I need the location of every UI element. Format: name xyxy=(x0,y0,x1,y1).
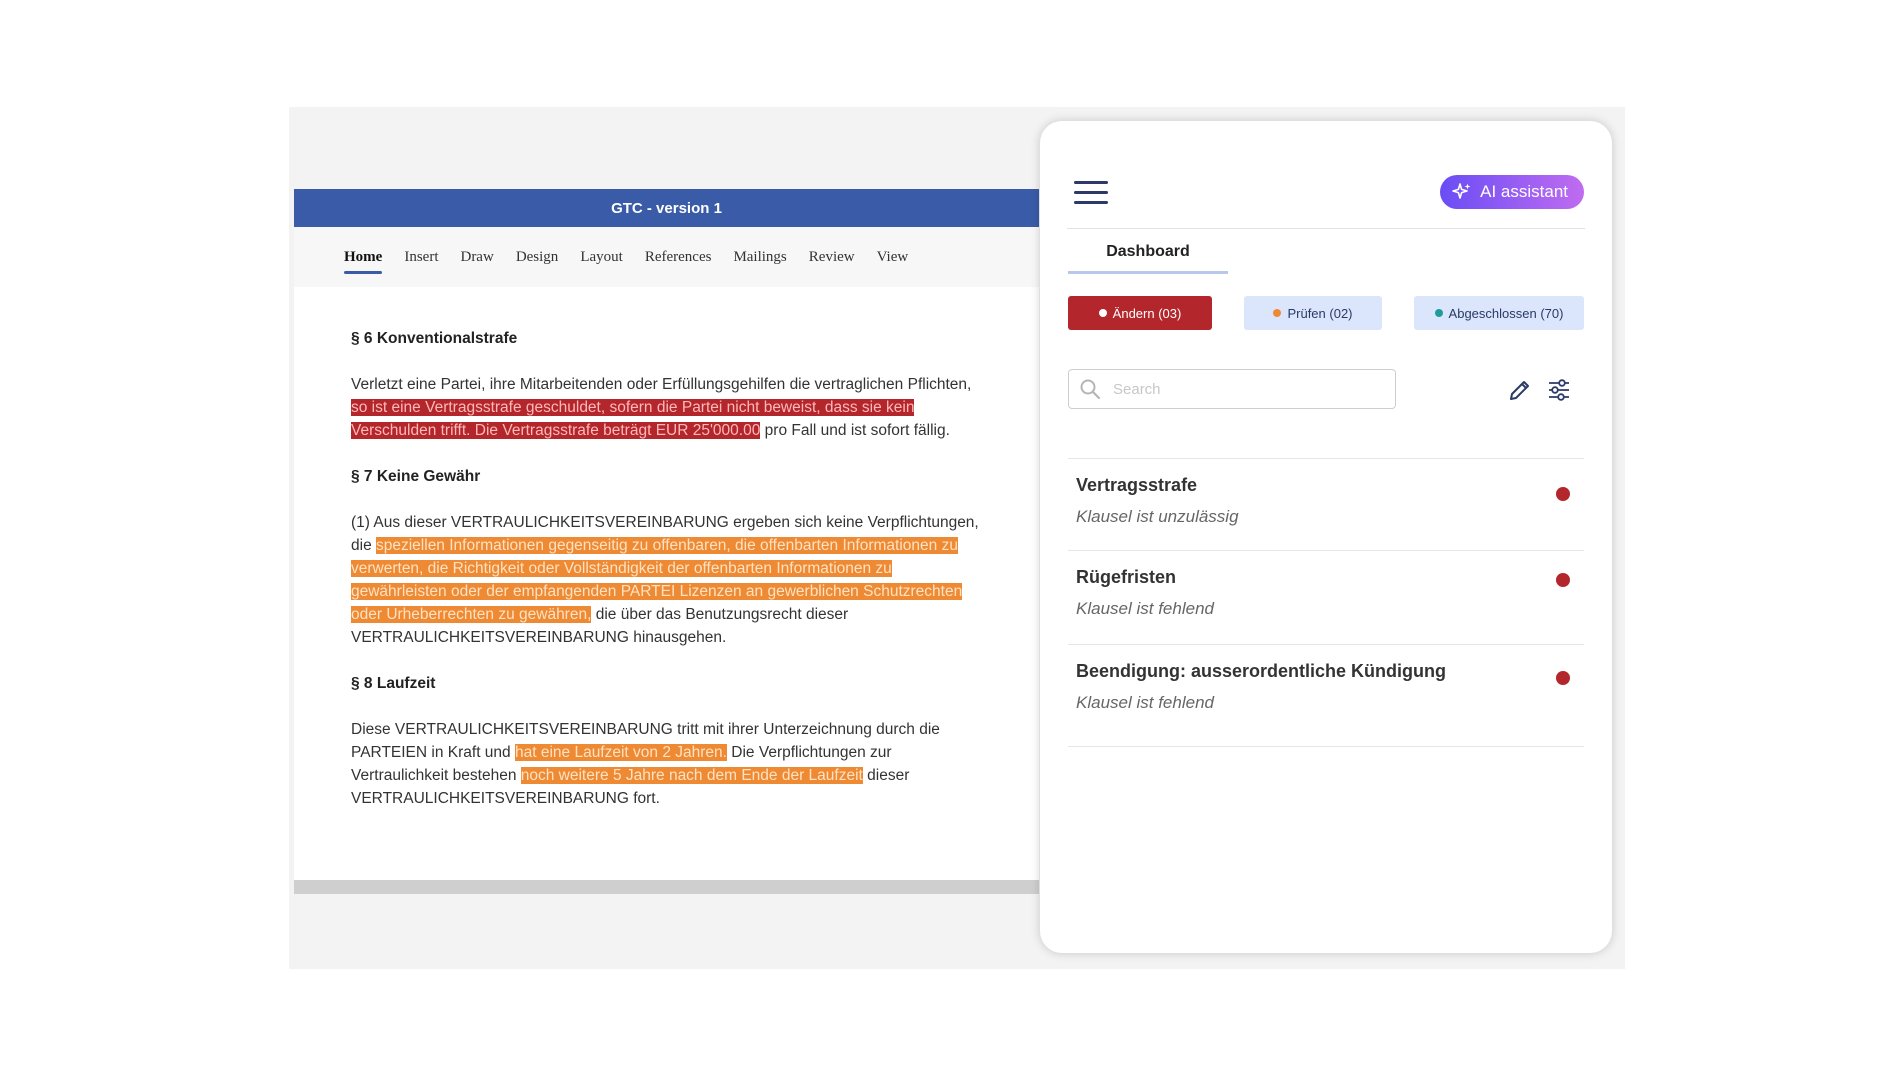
sparkle-icon xyxy=(1452,183,1471,199)
item-title: Beendigung: ausserordentliche Kündigung xyxy=(1076,661,1447,681)
tab-draw[interactable]: Draw xyxy=(460,245,493,270)
document-window: GTC - version 1 Home Insert Draw Design … xyxy=(294,189,1039,894)
filter-aendern-button[interactable]: Ändern (03) xyxy=(1068,296,1212,330)
section-paragraph: Diese VERTRAULICHKEITSVEREINBARUNG tritt… xyxy=(351,718,991,810)
tab-mailings[interactable]: Mailings xyxy=(733,245,786,270)
tab-design[interactable]: Design xyxy=(516,245,559,270)
tab-insert[interactable]: Insert xyxy=(404,245,438,270)
status-dot xyxy=(1098,309,1107,317)
tab-layout[interactable]: Layout xyxy=(580,245,623,270)
flagged-highlight-orange[interactable]: hat eine Laufzeit von 2 Jahren. xyxy=(514,744,727,761)
review-panel: AI assistant Dashboard Ändern (03) Prüfe… xyxy=(1040,121,1612,953)
search-box xyxy=(1068,369,1396,409)
paragraph-text: pro Fall und ist sofort fällig. xyxy=(764,422,950,439)
list-item[interactable]: Rügefristen Klausel ist fehlend xyxy=(1068,550,1584,644)
search-icon xyxy=(1080,379,1101,400)
status-dot xyxy=(1556,573,1570,587)
filter-label: Prüfen (02) xyxy=(1287,305,1353,321)
list-item[interactable]: Vertragsstrafe Klausel ist unzulässig xyxy=(1068,458,1584,550)
status-dot xyxy=(1434,309,1443,317)
status-dot xyxy=(1556,487,1570,501)
status-filters: Ändern (03) Prüfen (02) Abgeschlossen (7… xyxy=(1068,296,1584,330)
tab-home[interactable]: Home xyxy=(344,245,383,274)
flagged-highlight-orange[interactable]: noch weitere 5 Jahre nach dem Ende der L… xyxy=(520,767,863,784)
section-heading: § 8 Laufzeit xyxy=(351,675,436,692)
item-title: Rügefristen xyxy=(1076,567,1177,587)
divider xyxy=(1067,228,1585,229)
section-heading: § 6 Konventionalstrafe xyxy=(351,330,518,347)
filter-pruefen-button[interactable]: Prüfen (02) xyxy=(1244,296,1382,330)
document-titlebar: GTC - version 1 xyxy=(294,189,1039,227)
item-subtitle: Klausel ist fehlend xyxy=(1076,599,1214,618)
tab-review[interactable]: Review xyxy=(809,245,855,270)
divider xyxy=(1068,746,1584,747)
document-body[interactable]: § 6 Konventionalstrafe Verletzt eine Par… xyxy=(294,287,991,810)
status-dot xyxy=(1273,309,1282,317)
paragraph-text: Verletzt eine Partei, ihre Mitarbeitende… xyxy=(351,376,972,393)
filter-abgeschlossen-button[interactable]: Abgeschlossen (70) xyxy=(1414,296,1584,330)
item-title: Vertragsstrafe xyxy=(1076,475,1198,495)
status-dot xyxy=(1556,671,1570,685)
horizontal-scrollbar[interactable] xyxy=(294,880,1039,894)
tab-references[interactable]: References xyxy=(645,245,712,270)
filter-label: Ändern (03) xyxy=(1112,305,1182,321)
section-paragraph: (1) Aus dieser VERTRAULICHKEITSVEREINBAR… xyxy=(351,511,991,649)
menu-icon[interactable] xyxy=(1074,181,1108,207)
list-item[interactable]: Beendigung: ausserordentliche Kündigung … xyxy=(1068,644,1584,746)
search-input[interactable] xyxy=(1111,379,1385,399)
tab-view[interactable]: View xyxy=(877,245,909,270)
ribbon-tabs: Home Insert Draw Design Layout Reference… xyxy=(294,227,1039,287)
section-paragraph: Verletzt eine Partei, ihre Mitarbeitende… xyxy=(351,373,991,442)
item-subtitle: Klausel ist fehlend xyxy=(1076,693,1214,712)
document-title: GTC - version 1 xyxy=(611,199,722,217)
ai-assistant-label: AI assistant xyxy=(1480,182,1568,201)
filter-label: Abgeschlossen (70) xyxy=(1448,305,1564,321)
item-subtitle: Klausel ist unzulässig xyxy=(1076,507,1239,526)
tab-dashboard[interactable]: Dashboard xyxy=(1068,243,1228,274)
section-heading: § 7 Keine Gewähr xyxy=(351,468,481,485)
pencil-icon[interactable] xyxy=(1507,377,1533,403)
ai-assistant-button[interactable]: AI assistant xyxy=(1440,175,1584,209)
filter-sliders-icon[interactable] xyxy=(1546,377,1572,403)
